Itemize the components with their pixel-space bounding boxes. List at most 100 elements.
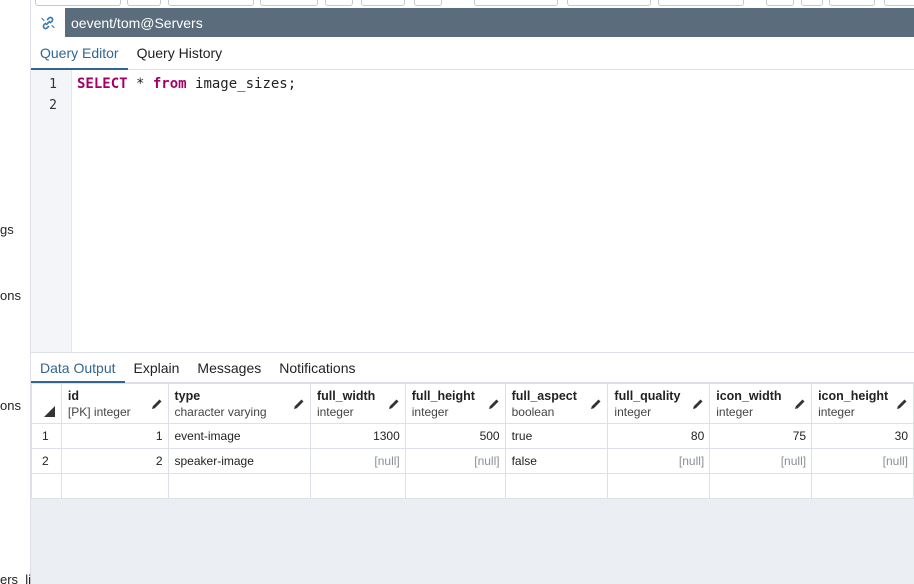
- sql-identifier: image_sizes;: [186, 76, 297, 92]
- cell-type[interactable]: speaker-image: [167, 448, 311, 474]
- sql-operator: *: [127, 76, 153, 92]
- column-type: integer: [411, 405, 449, 419]
- empty-cell[interactable]: [404, 473, 506, 499]
- column-header-full-quality[interactable]: full_quality integer: [607, 383, 711, 424]
- cell-full-height[interactable]: [null]: [404, 448, 506, 474]
- cell-full-aspect[interactable]: true: [504, 423, 609, 449]
- tab-data-output[interactable]: Data Output: [31, 353, 125, 383]
- column-name: full_width: [316, 389, 376, 403]
- line-number: 2: [49, 98, 57, 113]
- tab-query-editor[interactable]: Query Editor: [31, 37, 128, 70]
- column-header-full-width[interactable]: full_width integer: [309, 383, 406, 424]
- column-type: integer: [716, 405, 753, 419]
- pencil-icon[interactable]: [794, 398, 806, 410]
- toolbar-button[interactable]: [829, 0, 875, 6]
- cell-id[interactable]: 1: [60, 423, 169, 449]
- table-row[interactable]: 2 2 speaker-image [null] [null] false [n…: [31, 448, 914, 474]
- empty-cell[interactable]: [811, 473, 914, 499]
- link-icon: [41, 16, 55, 29]
- tab-notifications[interactable]: Notifications: [270, 353, 364, 382]
- results-grid-area: id [PK] integer type character varying f…: [31, 383, 914, 584]
- column-name: full_quality: [614, 389, 681, 403]
- toolbar-button[interactable]: [474, 0, 558, 6]
- toolbar-button[interactable]: [127, 0, 161, 6]
- pencil-icon[interactable]: [692, 398, 704, 410]
- row-number[interactable]: 2: [31, 448, 62, 474]
- column-name: id: [67, 389, 80, 403]
- column-type: integer: [818, 405, 855, 419]
- tab-messages[interactable]: Messages: [188, 353, 270, 382]
- corner-triangle-icon: [43, 406, 55, 417]
- toolbar-button[interactable]: [766, 0, 794, 6]
- column-header-full-aspect[interactable]: full_aspect boolean: [504, 383, 609, 424]
- toolbar-button[interactable]: [168, 0, 254, 6]
- cell-full-height[interactable]: 500: [404, 423, 506, 449]
- pencil-icon[interactable]: [388, 398, 400, 410]
- column-header-full-height[interactable]: full_height integer: [404, 383, 506, 424]
- output-tab-bar: Data Output Explain Messages Notificatio…: [31, 352, 914, 383]
- new-row-placeholder[interactable]: [31, 473, 914, 499]
- pencil-icon[interactable]: [293, 398, 305, 410]
- column-type: integer: [316, 405, 354, 419]
- sidebar-item-label[interactable]: gs: [0, 222, 14, 237]
- cell-full-width[interactable]: [null]: [309, 448, 406, 474]
- sql-keyword: from: [152, 76, 187, 92]
- pencil-icon[interactable]: [590, 398, 602, 410]
- select-all-corner[interactable]: [31, 383, 62, 424]
- cell-icon-height[interactable]: [null]: [811, 448, 914, 474]
- tab-explain[interactable]: Explain: [125, 353, 189, 382]
- pencil-icon[interactable]: [488, 398, 500, 410]
- toolbar-button[interactable]: [884, 0, 914, 6]
- column-name: full_aspect: [511, 389, 577, 403]
- toolbar-button[interactable]: [325, 0, 353, 6]
- editor-tab-bar: Query Editor Query History: [31, 37, 914, 70]
- cell-icon-height[interactable]: 30: [811, 423, 914, 449]
- toolbar-button[interactable]: [361, 0, 405, 6]
- pencil-icon[interactable]: [151, 398, 163, 410]
- toolbar-button[interactable]: [35, 0, 121, 6]
- empty-cell[interactable]: [504, 473, 609, 499]
- empty-cell[interactable]: [607, 473, 711, 499]
- pencil-icon[interactable]: [896, 398, 908, 410]
- cell-full-quality[interactable]: [null]: [607, 448, 711, 474]
- column-header-type[interactable]: type character varying: [167, 383, 311, 424]
- sidebar-item-label[interactable]: ers_li: [0, 572, 31, 584]
- cell-type[interactable]: event-image: [167, 423, 311, 449]
- column-type: integer: [614, 405, 652, 419]
- toolbar-button[interactable]: [658, 0, 744, 6]
- cell-full-aspect[interactable]: false: [504, 448, 609, 474]
- toolbar-button[interactable]: [414, 0, 442, 6]
- row-number[interactable]: 1: [31, 423, 62, 449]
- column-type: [PK] integer: [67, 405, 131, 419]
- empty-cell[interactable]: [31, 473, 62, 499]
- cell-full-quality[interactable]: 80: [607, 423, 711, 449]
- grid-header-row: id [PK] integer type character varying f…: [31, 383, 914, 424]
- sidebar-item-label[interactable]: ons: [0, 398, 21, 413]
- connection-title[interactable]: oevent/tom@Servers: [71, 15, 203, 31]
- toolbar-button[interactable]: [801, 0, 823, 6]
- empty-cell[interactable]: [60, 473, 169, 499]
- column-name: type: [174, 389, 201, 403]
- code-line[interactable]: SELECT * from image_sizes;: [77, 76, 296, 92]
- line-number-gutter: 1 2: [31, 70, 72, 352]
- column-type: boolean: [511, 405, 555, 419]
- cell-id[interactable]: 2: [60, 448, 169, 474]
- column-header-icon-width[interactable]: icon_width integer: [709, 383, 813, 424]
- empty-cell[interactable]: [309, 473, 406, 499]
- sidebar-item-label[interactable]: ons: [0, 288, 21, 303]
- cell-icon-width[interactable]: 75: [709, 423, 813, 449]
- table-row[interactable]: 1 1 event-image 1300 500 true 80 75 30: [31, 423, 914, 449]
- empty-cell[interactable]: [167, 473, 311, 499]
- results-grid: id [PK] integer type character varying f…: [31, 383, 914, 499]
- column-name: icon_height: [818, 389, 889, 403]
- cell-icon-width[interactable]: [null]: [709, 448, 813, 474]
- cell-full-width[interactable]: 1300: [309, 423, 406, 449]
- toolbar-button[interactable]: [260, 0, 318, 6]
- toolbar-button[interactable]: [567, 0, 651, 6]
- tab-query-history[interactable]: Query History: [128, 37, 232, 69]
- connection-status[interactable]: [31, 8, 65, 37]
- sql-editor[interactable]: 1 2 SELECT * from image_sizes;: [31, 70, 914, 352]
- column-header-id[interactable]: id [PK] integer: [60, 383, 169, 424]
- empty-cell[interactable]: [709, 473, 813, 499]
- column-header-icon-height[interactable]: icon_height integer: [811, 383, 914, 424]
